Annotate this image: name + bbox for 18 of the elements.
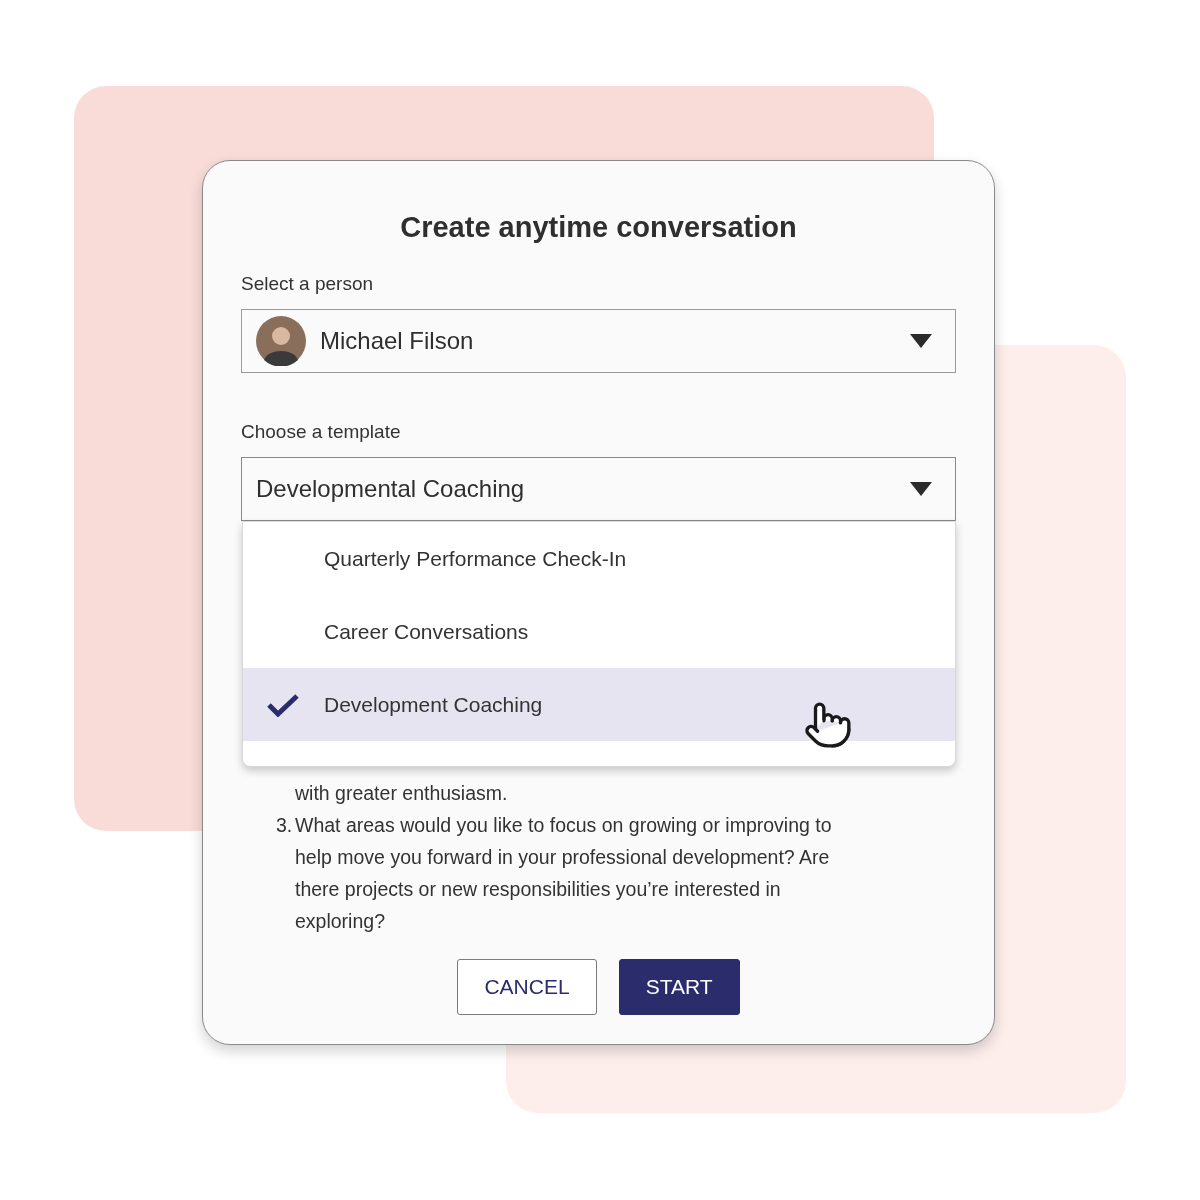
pointer-cursor-icon xyxy=(803,700,853,750)
menu-option[interactable]: Career Conversations xyxy=(243,595,955,668)
field-label: Select a person xyxy=(241,272,375,296)
dialog-title: Create anytime conversation xyxy=(399,210,798,245)
caret-icon xyxy=(909,481,933,497)
cancel-button[interactable]: CANCEL xyxy=(457,959,597,1015)
check-icon xyxy=(267,693,299,717)
person-dropdown[interactable]: Michael Filson xyxy=(241,309,956,373)
list-number: 3. xyxy=(276,813,293,838)
caret-icon xyxy=(909,333,933,349)
avatar xyxy=(256,316,306,366)
question-text: What areas would you like to focus on growing or improving to help move you forward in your professional development? Are there projects or new responsibilities you’re interested in exploring? xyxy=(295,813,833,934)
template-dropdown[interactable]: Developmental Coaching xyxy=(241,457,956,521)
question-text: with greater enthusiasm. xyxy=(295,781,509,806)
menu-option[interactable]: Development Coaching xyxy=(243,668,955,741)
menu-option[interactable]: Quarterly Performance Check-In xyxy=(243,522,955,595)
field-label: Choose a template xyxy=(241,420,402,444)
start-button[interactable]: START xyxy=(618,959,740,1015)
